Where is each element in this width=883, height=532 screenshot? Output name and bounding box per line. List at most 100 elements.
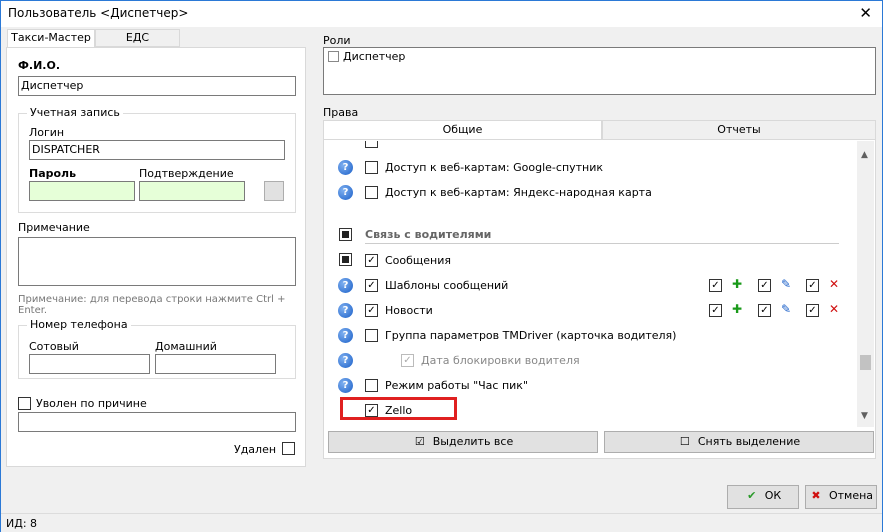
tab-taxi-master[interactable]: Такси-Мастер (7, 29, 95, 48)
list-item: ? Доступ к веб-картам: Яндекс-народная к… (328, 180, 855, 205)
cancel-button[interactable]: ✖ Отмена (805, 485, 877, 509)
collapse-icon[interactable] (339, 253, 352, 266)
home-input[interactable] (155, 354, 276, 374)
help-icon[interactable]: ? (338, 328, 353, 343)
rights-scrollbar[interactable]: ▲ ▼ (857, 141, 874, 427)
rights-label: Права (323, 106, 359, 119)
list-item: ? ✓ Новости ✓ ✚ ✓ ✎ ✓ ✕ (328, 298, 855, 323)
rights-item-label: Сообщения (385, 254, 452, 267)
role-dispatcher-checkbox[interactable] (328, 51, 339, 62)
add-icon: ✚ (731, 277, 743, 291)
roles-list: Диспетчер (323, 47, 876, 95)
left-tabs: Такси-Мастер ЕДС (7, 29, 307, 48)
rights-checkbox[interactable]: ✓ (365, 279, 378, 292)
scroll-up-icon[interactable]: ▲ (861, 150, 868, 160)
delete-icon: ✕ (828, 302, 840, 316)
rights-item-label: Новости (385, 304, 433, 317)
role-dispatcher-label: Диспетчер (343, 50, 406, 63)
list-item: ? Группа параметров TMDriver (карточка в… (328, 323, 855, 348)
list-item: ✓ Сообщения (328, 248, 855, 273)
delete-icon: ✕ (828, 277, 840, 291)
rights-checkbox[interactable] (365, 161, 378, 174)
fio-input[interactable]: Диспетчер (18, 76, 296, 96)
tab-eds[interactable]: ЕДС (95, 29, 180, 47)
delete-permission-checkbox[interactable]: ✓ (806, 279, 819, 292)
list-item: ? ✓ Шаблоны сообщений ✓ ✚ ✓ ✎ ✓ ✕ (328, 273, 855, 298)
close-icon[interactable]: ✕ (859, 4, 872, 22)
fired-label: Уволен по причине (36, 397, 147, 410)
title-bar: Пользователь <Диспетчер> ✕ (1, 1, 882, 27)
cancel-icon: ✖ (811, 489, 821, 502)
rights-item-label: Доступ к веб-картам: Google-спутник (385, 161, 604, 174)
edit-icon: ✎ (780, 302, 792, 316)
deselect-label: Снять выделение (697, 435, 801, 448)
tab-general[interactable]: Общие (323, 120, 602, 140)
list-item: ? Доступ к веб-картам: Google-спутник (328, 155, 855, 180)
help-icon[interactable]: ? (338, 278, 353, 293)
window-title: Пользователь <Диспетчер> (8, 6, 189, 20)
add-permission-checkbox[interactable]: ✓ (709, 304, 722, 317)
help-icon[interactable]: ? (338, 160, 353, 175)
list-item: ? Режим работы "Час пик" (328, 373, 855, 398)
deleted-label: Удален (234, 443, 277, 456)
select-all-button[interactable]: ☑ Выделить все (328, 431, 598, 453)
generate-password-button[interactable] (264, 181, 284, 201)
list-item: ? ✓ Дата блокировки водителя (328, 348, 855, 373)
mobile-input[interactable] (29, 354, 150, 374)
list-item (328, 141, 855, 154)
add-icon: ✚ (731, 302, 743, 316)
note-textarea[interactable] (18, 237, 296, 286)
rights-checkbox[interactable] (365, 379, 378, 392)
section-divider (365, 243, 839, 244)
highlight-box (340, 397, 457, 420)
ok-button[interactable]: ✔ ОК (727, 485, 799, 509)
rights-checkbox[interactable]: ✓ (365, 254, 378, 267)
account-group-title: Учетная запись (27, 106, 123, 119)
rights-item-label: Доступ к веб-картам: Яндекс-народная кар… (385, 186, 652, 199)
select-all-label: Выделить все (432, 435, 514, 448)
rights-checkbox[interactable] (365, 141, 378, 148)
collapse-icon[interactable] (339, 228, 352, 241)
edit-permission-checkbox[interactable]: ✓ (758, 304, 771, 317)
rights-item-label: Дата блокировки водителя (421, 354, 580, 367)
scroll-down-icon[interactable]: ▼ (861, 411, 868, 421)
note-label: Примечание (18, 221, 90, 234)
phone-group-title: Номер телефона (27, 318, 131, 331)
add-permission-checkbox[interactable]: ✓ (709, 279, 722, 292)
scroll-thumb[interactable] (860, 355, 871, 370)
cancel-label: Отмена (828, 489, 874, 502)
ok-label: ОК (764, 489, 782, 502)
checkmark-icon: ✔ (747, 489, 757, 502)
rights-checkbox[interactable]: ✓ (401, 354, 414, 367)
confirm-label: Подтверждение (139, 167, 234, 180)
mobile-label: Сотовый (29, 340, 79, 353)
confirm-password-input[interactable] (139, 181, 245, 201)
rights-item-label: Группа параметров TMDriver (карточка вод… (385, 329, 677, 342)
status-id: ИД: 8 (6, 517, 38, 530)
section-header: Связь с водителями (328, 223, 855, 248)
edit-permission-checkbox[interactable]: ✓ (758, 279, 771, 292)
rights-checkbox[interactable]: ✓ (365, 304, 378, 317)
rights-item-label: Режим работы "Час пик" (385, 379, 529, 392)
help-icon[interactable]: ? (338, 185, 353, 200)
login-label: Логин (29, 126, 65, 139)
password-label: Пароль (29, 167, 77, 180)
tab-reports[interactable]: Отчеты (602, 120, 876, 140)
rights-checkbox[interactable] (365, 186, 378, 199)
help-icon[interactable]: ? (338, 303, 353, 318)
fired-reason-input[interactable] (18, 412, 296, 432)
home-label: Домашний (155, 340, 217, 353)
deselect-button[interactable]: ☐ Снять выделение (604, 431, 874, 453)
help-icon[interactable]: ? (338, 378, 353, 393)
delete-permission-checkbox[interactable]: ✓ (806, 304, 819, 317)
checkbox-checked-icon: ☑ (414, 435, 425, 448)
password-input[interactable] (29, 181, 135, 201)
checkbox-empty-icon: ☐ (679, 435, 690, 448)
rights-item-label: Шаблоны сообщений (385, 279, 509, 292)
note-hint: Примечание: для перевода строки нажмите … (18, 294, 286, 316)
login-input[interactable]: DISPATCHER (29, 140, 285, 160)
deleted-checkbox[interactable] (282, 442, 295, 455)
rights-checkbox[interactable] (365, 329, 378, 342)
fired-checkbox[interactable] (18, 397, 31, 410)
help-icon[interactable]: ? (338, 353, 353, 368)
